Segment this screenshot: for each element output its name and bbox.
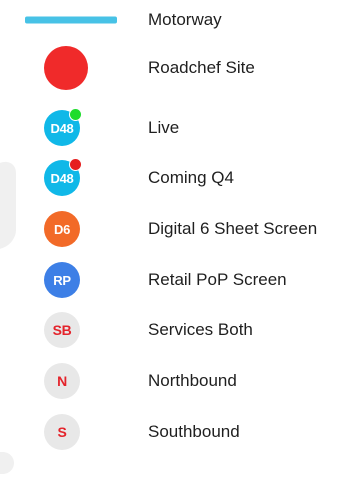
legend-item-services-both: SB Services Both [0,310,360,350]
badge-text: N [57,373,67,389]
legend-label: Live [148,118,180,137]
badge-text: S [57,424,67,440]
badge-text: D48 [50,170,74,186]
legend-item-southbound: S Southbound [0,412,360,452]
badge-text: SB [52,322,72,338]
legend-item-motorway: Motorway [0,0,360,40]
badge-text: D48 [50,120,74,136]
legend-label: Motorway [148,10,222,29]
legend-item-digital-6-sheet-screen: D6 Digital 6 Sheet Screen [0,209,360,249]
badge-text: D6 [53,221,71,237]
legend-label: Services Both [148,320,253,339]
roadchef-site-dot [44,46,88,90]
badge-text: RP [53,272,71,288]
legend-item-retail-pop-screen: RP Retail PoP Screen [0,260,360,300]
legend-label: Southbound [148,422,240,441]
legend-label: Digital 6 Sheet Screen [148,219,318,238]
legend-item-coming-q4: D48 Coming Q4 [0,158,360,198]
live-status-dot [69,108,82,121]
coming-status-dot [69,158,82,171]
legend-label: Retail PoP Screen [148,270,287,289]
legend-item-live: D48 Live [0,108,360,148]
s-badge: S [44,414,80,450]
legend-label: Coming Q4 [148,168,234,187]
sb-badge: SB [44,312,80,348]
d48-badge: D48 [44,108,82,146]
legend-item-roadchef-site: Roadchef Site [0,46,360,90]
map-legend: Motorway Roadchef Site D48 Live D48 Comi… [0,0,360,492]
motorway-line-symbol [25,16,117,24]
d6-badge: D6 [44,211,80,247]
legend-label: Northbound [148,371,237,390]
n-badge: N [44,363,80,399]
rp-badge: RP [44,262,80,298]
legend-item-northbound: N Northbound [0,361,360,401]
d48-badge: D48 [44,158,82,196]
legend-label: Roadchef Site [148,58,255,77]
